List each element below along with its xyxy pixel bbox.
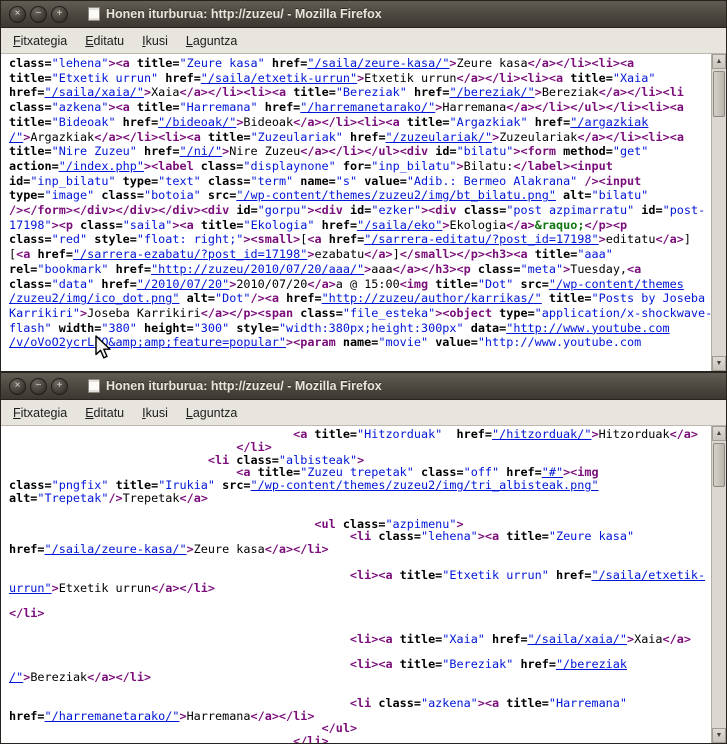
source-line: flash" width="380" height="300" style="w… [9,321,711,336]
menu-item-laguntza[interactable]: Laguntza [177,30,246,52]
window-title: Honen iturburua: http://zuzeu/ - Mozilla… [106,7,382,21]
source-link[interactable]: /" [9,130,23,144]
source-link[interactable]: "/ni/" [179,144,222,158]
content-area: <a title="Hitzorduak" href="/hitzorduak/… [1,426,726,743]
menubar: FitxategiaEditatuIkusiLaguntza [1,400,726,426]
menu-item-ikusi[interactable]: Ikusi [133,402,177,424]
source-link[interactable]: "/sarrera-ezabatu/?post_id=17198" [73,247,307,261]
source-link[interactable]: "/argazkiak [570,115,648,129]
source-link[interactable]: "/zuzeulariak/" [386,130,493,144]
source-link[interactable]: "/wp-content/themes [549,277,684,291]
source-line: /zuzeu2/img/ico_dot.png" alt="Dot"/><a h… [9,291,711,306]
scroll-down-icon: ▼ [716,732,723,739]
minimize-button[interactable]: − [30,378,47,395]
menu-item-editatu[interactable]: Editatu [76,30,133,52]
source-line: type="image" class="botoia" src="/wp-con… [9,188,711,203]
source-link[interactable]: "/saila/zeure-kasa/" [307,56,449,70]
source-line: </li> [9,735,711,743]
content-area: class="lehena"><a title="Zeure kasa" hre… [1,54,726,371]
source-line: rel="bookmark" href="http://zuzeu/2010/0… [9,262,711,277]
scroll-down-icon: ▼ [716,360,723,367]
source-line: class="data" href="/2010/07/20">2010/07/… [9,277,711,292]
scroll-up-button[interactable]: ▲ [712,426,726,441]
maximize-button[interactable]: + [51,6,68,23]
scroll-up-icon: ▲ [716,58,723,65]
scroll-down-button[interactable]: ▼ [712,356,726,371]
source-link[interactable]: "/saila/etxetik-urrun" [201,71,357,85]
source-link[interactable]: /v/oVoO2ycrLEQ&amp;amp;feature=popular" [9,335,286,349]
source-line: </li> [9,607,711,620]
minimize-button[interactable]: − [30,6,47,23]
source-link[interactable]: "/saila/eko" [357,218,442,232]
source-line: urrun">Etxetik urrun</a></li> [9,582,711,595]
source-line: action="/index.php"><label class="displa… [9,159,711,174]
source-link[interactable]: "/saila/xaia/" [528,632,627,646]
source-link[interactable]: "/saila/etxetik- [591,568,705,582]
menu-item-fitxategia[interactable]: Fitxategia [4,402,76,424]
titlebar[interactable]: ×−+ Honen iturburua: http://zuzeu/ - Moz… [1,1,726,28]
source-line: href="/saila/xaia/">Xaia</a></li><li><a … [9,85,711,100]
source-line: class="azkena"><a title="Harremana" href… [9,100,711,115]
source-line: 17198"><p class="saila"><a title="Ekolog… [9,218,711,233]
source-view[interactable]: <a title="Hitzorduak" href="/hitzorduak/… [1,426,711,743]
source-line: class="red" style="float: right;"><small… [9,232,711,247]
source-link[interactable]: "/harremanetarako/" [300,100,435,114]
source-line: Karrikiri">Joseba Karrikiri</a></p><span… [9,306,711,321]
scroll-up-icon: ▲ [716,430,723,437]
window-controls: ×−+ [9,6,68,23]
source-link[interactable]: "/saila/zeure-kasa/" [45,542,187,556]
source-link[interactable]: "http://www.youtube.com [506,321,669,335]
menu-item-ikusi[interactable]: Ikusi [133,30,177,52]
source-link[interactable]: "/bideoak/" [158,115,236,129]
scroll-down-button[interactable]: ▼ [712,728,726,743]
source-line: href="/saila/zeure-kasa/">Zeure kasa</a>… [9,543,711,556]
source-link[interactable]: "/bereziak/" [449,85,534,99]
scrollbar-thumb[interactable] [713,71,725,117]
source-line: class="lehena"><a title="Zeure kasa" hre… [9,56,711,71]
menubar: FitxategiaEditatuIkusiLaguntza [1,28,726,54]
window-icon [88,379,100,393]
source-line: /></form></div></div></div><div id="gorp… [9,203,711,218]
source-link[interactable]: "/index.php" [59,159,144,173]
source-line: /">Bereziak</a></li> [9,671,711,684]
window-icon [88,7,100,21]
source-link[interactable]: /zuzeu2/img/ico_dot.png" [9,291,179,305]
source-link[interactable]: "/hitzorduak/" [492,427,591,441]
source-line: [<a href="/sarrera-ezabatu/?post_id=1719… [9,247,711,262]
source-line: /">Argazkiak</a></li><li><a title="Zuzeu… [9,130,711,145]
menu-item-laguntza[interactable]: Laguntza [177,402,246,424]
source-link[interactable]: "/bereziak [556,657,627,671]
menu-item-editatu[interactable]: Editatu [76,402,133,424]
maximize-button[interactable]: + [51,378,68,395]
source-link[interactable]: "/wp-content/themes/zuzeu2/img/tri_albis… [251,478,599,492]
source-line: title="Etxetik urrun" href="/saila/etxet… [9,71,711,86]
source-line: /v/oVoO2ycrLEQ&amp;amp;feature=popular">… [9,335,711,350]
source-line: alt="Trepetak"/>Trepetak</a> [9,492,711,505]
view-source-window-bottom: ×−+ Honen iturburua: http://zuzeu/ - Moz… [0,372,727,744]
source-line: title="Nire Zuzeu" href="/ni/">Nire Zuze… [9,144,711,159]
source-link[interactable]: "http://zuzeu/author/karrikas/" [322,291,542,305]
menu-item-fitxategia[interactable]: Fitxategia [4,30,76,52]
window-title: Honen iturburua: http://zuzeu/ - Mozilla… [106,379,382,393]
scroll-up-button[interactable]: ▲ [712,54,726,69]
view-source-window-top: ×−+ Honen iturburua: http://zuzeu/ - Moz… [0,0,727,372]
window-controls: ×−+ [9,378,68,395]
source-link[interactable]: "/sarrera-editatu/?post_id=17198" [364,232,598,246]
scrollbar-thumb[interactable] [713,443,725,487]
source-view[interactable]: class="lehena"><a title="Zeure kasa" hre… [1,54,711,371]
close-button[interactable]: × [9,6,26,23]
scrollbar[interactable]: ▲ ▼ [711,426,726,743]
close-button[interactable]: × [9,378,26,395]
source-link[interactable]: "/saila/xaia/" [45,85,144,99]
source-line: id="inp_bilatu" type="text" class="term"… [9,174,711,189]
source-line [9,594,711,607]
scrollbar[interactable]: ▲ ▼ [711,54,726,371]
titlebar[interactable]: ×−+ Honen iturburua: http://zuzeu/ - Moz… [1,373,726,400]
source-link[interactable]: "http://zuzeu/2010/07/20/aaa/" [151,262,364,276]
source-link[interactable]: "/2010/07/20" [137,277,229,291]
source-line: title="Bideoak" href="/bideoak/">Bideoak… [9,115,711,130]
source-link[interactable]: "/wp-content/themes/zuzeu2/img/bt_bilatu… [236,188,556,202]
source-line: <li><a title="Xaia" href="/saila/xaia/">… [9,633,711,646]
